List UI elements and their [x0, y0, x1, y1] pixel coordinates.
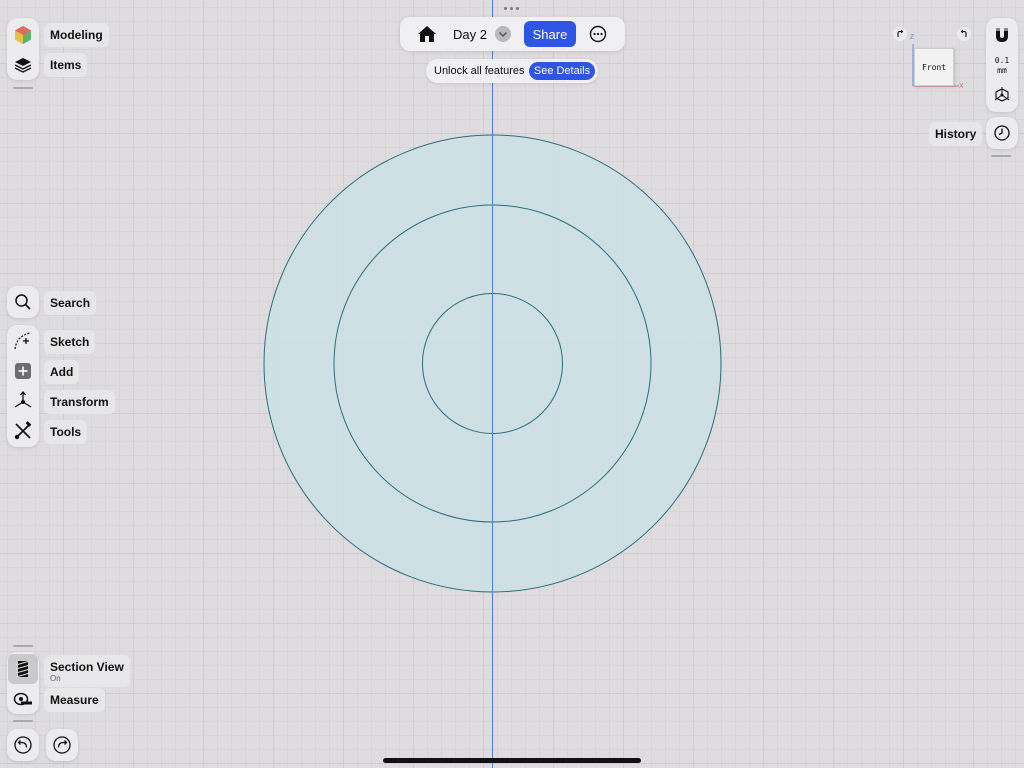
- section-view-icon[interactable]: [8, 654, 38, 684]
- right-separator: [991, 155, 1011, 157]
- search-icon[interactable]: [8, 287, 38, 317]
- modeling-label[interactable]: Modeling: [44, 23, 109, 47]
- add-icon[interactable]: [8, 356, 38, 386]
- redo-icon[interactable]: [47, 730, 77, 760]
- sketch-icon[interactable]: [8, 326, 38, 356]
- modeling-cube-icon[interactable]: [8, 20, 38, 50]
- history-clock-icon[interactable]: [987, 118, 1017, 148]
- home-icon[interactable]: [416, 24, 438, 44]
- search-label[interactable]: Search: [44, 291, 97, 315]
- document-title[interactable]: Day 2: [453, 27, 487, 42]
- top-toolbar: Day 2 Share: [400, 17, 625, 51]
- left-bottom-separator-2: [13, 720, 33, 722]
- grid-size-unit[interactable]: mm: [987, 66, 1017, 75]
- sketch-label[interactable]: Sketch: [44, 330, 96, 354]
- left-top-separator: [13, 87, 33, 89]
- undo-icon[interactable]: [8, 730, 38, 760]
- measure-label[interactable]: Measure: [44, 688, 105, 712]
- share-button[interactable]: Share: [524, 21, 576, 47]
- axis-z-label: Z: [910, 34, 915, 41]
- transform-icon[interactable]: [8, 386, 38, 416]
- view-cube-front[interactable]: Front: [914, 48, 954, 86]
- unlock-banner: Unlock all features See Details: [426, 59, 598, 83]
- tools-label[interactable]: Tools: [44, 420, 88, 444]
- axis-x-label: X: [959, 83, 964, 90]
- origin-cube-icon[interactable]: [987, 80, 1017, 110]
- grid-size-value[interactable]: 0.1: [987, 56, 1017, 65]
- section-view-title: Section View: [50, 660, 124, 674]
- see-details-button[interactable]: See Details: [529, 62, 595, 80]
- add-label[interactable]: Add: [44, 360, 80, 384]
- layers-icon[interactable]: [8, 50, 38, 80]
- more-options-icon[interactable]: [589, 25, 607, 43]
- chevron-down-icon[interactable]: [495, 26, 511, 42]
- home-indicator[interactable]: [383, 758, 641, 763]
- unlock-text: Unlock all features: [434, 65, 525, 77]
- left-bottom-separator: [13, 645, 33, 647]
- transform-label[interactable]: Transform: [44, 390, 115, 414]
- history-label[interactable]: History: [929, 122, 983, 146]
- snap-magnet-icon[interactable]: [987, 20, 1017, 50]
- drawing-canvas[interactable]: [0, 0, 1024, 768]
- measure-icon[interactable]: [8, 684, 38, 714]
- drag-handle[interactable]: [504, 7, 520, 11]
- tools-icon[interactable]: [8, 416, 38, 446]
- section-view-status: On: [50, 674, 61, 683]
- section-view-label[interactable]: Section View On: [44, 655, 130, 687]
- items-label[interactable]: Items: [44, 53, 88, 77]
